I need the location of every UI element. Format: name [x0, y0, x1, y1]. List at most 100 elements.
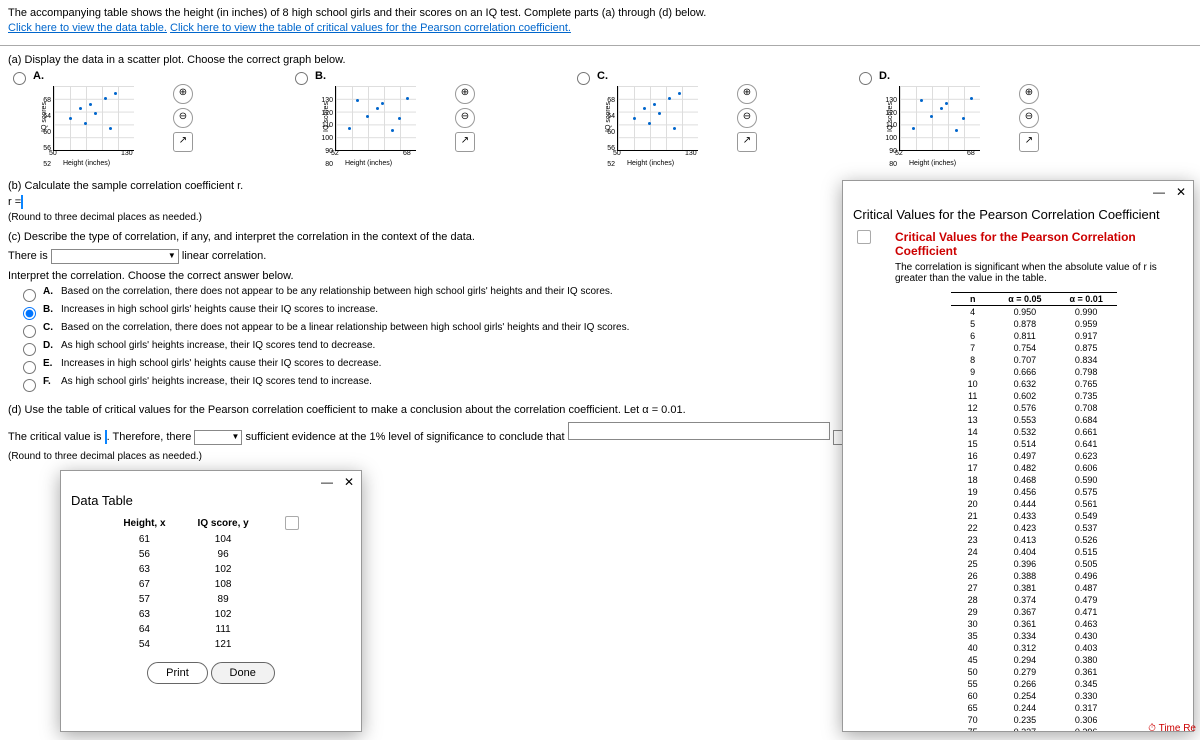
cv-cell: 0.623 [1056, 450, 1117, 462]
cv-cell: 0.361 [994, 618, 1055, 630]
cv-cell: 50 [951, 666, 994, 678]
correlation-type-select[interactable] [51, 249, 179, 264]
popout-icon[interactable]: ↗ [173, 132, 193, 152]
interp-opt-f-radio[interactable] [23, 379, 36, 392]
intro-text: The accompanying table shows the height … [8, 7, 706, 19]
cv-label-b: . Therefore, there [107, 431, 192, 443]
cv-copy-icon[interactable] [857, 230, 871, 244]
cv-cell: 0.404 [994, 546, 1055, 558]
option-c-radio[interactable] [577, 72, 590, 85]
interp-opt-c-radio[interactable] [23, 325, 36, 338]
zoom-out-icon[interactable]: ⊖ [455, 108, 475, 128]
cv-cell: 0.496 [1056, 570, 1117, 582]
link-data-table[interactable]: Click here to view the data table. [8, 22, 167, 34]
cv-cell: 0.707 [994, 354, 1055, 366]
cv-close-icon[interactable]: ✕ [1173, 185, 1189, 199]
dt-cell: 102 [182, 607, 265, 622]
cv-cell: 0.834 [1056, 354, 1117, 366]
cv-cell: 60 [951, 690, 994, 702]
dt-cell: 61 [107, 532, 181, 547]
close-icon[interactable]: ✕ [341, 475, 357, 489]
interp-opt-b-radio[interactable] [23, 307, 36, 320]
cv-h-05: α = 0.05 [994, 293, 1055, 306]
interp-opt-d-radio[interactable] [23, 343, 36, 356]
cv-cell: 0.306 [1056, 714, 1117, 726]
dt-cell: 108 [182, 577, 265, 592]
interp-opt-text: Based on the correlation, there does not… [61, 322, 629, 333]
cv-cell: 19 [951, 486, 994, 498]
popout-icon[interactable]: ↗ [737, 132, 757, 152]
cv-cell: 0.532 [994, 426, 1055, 438]
dt-cell: 64 [107, 622, 181, 637]
cv-cell: 0.266 [994, 678, 1055, 690]
zoom-out-icon[interactable]: ⊖ [737, 108, 757, 128]
interp-opt-text: As high school girls' heights increase, … [61, 340, 375, 351]
option-d-radio[interactable] [859, 72, 872, 85]
zoom-in-icon[interactable]: ⊕ [173, 84, 193, 104]
cv-cell: 0.606 [1056, 462, 1117, 474]
copy-icon[interactable] [285, 516, 299, 530]
cv-cell: 0.549 [1056, 510, 1117, 522]
conclusion-select[interactable] [568, 422, 830, 440]
cv-cell: 30 [951, 618, 994, 630]
cv-cell: 35 [951, 630, 994, 642]
cv-cell: 0.367 [994, 606, 1055, 618]
zoom-out-icon[interactable]: ⊖ [173, 108, 193, 128]
option-b-radio[interactable] [295, 72, 308, 85]
cv-cell: 0.950 [994, 306, 1055, 319]
zoom-out-icon[interactable]: ⊖ [1019, 108, 1039, 128]
dt-print-button[interactable]: Print [147, 662, 208, 684]
cv-cell: 0.312 [994, 642, 1055, 654]
cv-cell: 0.380 [1056, 654, 1117, 666]
r-input[interactable] [21, 195, 23, 209]
cv-cell: 75 [951, 726, 994, 732]
cv-minimize-icon[interactable]: — [1151, 185, 1167, 199]
cv-cell: 0.576 [994, 402, 1055, 414]
cv-cell: 0.878 [994, 318, 1055, 330]
cv-cell: 0.537 [1056, 522, 1117, 534]
zoom-in-icon[interactable]: ⊕ [737, 84, 757, 104]
cv-h-01: α = 0.01 [1056, 293, 1117, 306]
cv-cell: 0.505 [1056, 558, 1117, 570]
cv-cell: 0.526 [1056, 534, 1117, 546]
cv-cell: 55 [951, 678, 994, 690]
cv-note: The correlation is significant when the … [875, 258, 1193, 288]
cv-cell: 40 [951, 642, 994, 654]
cv-cell: 13 [951, 414, 994, 426]
is-isnot-select[interactable] [194, 430, 242, 445]
cv-cell: 0.254 [994, 690, 1055, 702]
interp-opt-e-radio[interactable] [23, 361, 36, 374]
zoom-in-icon[interactable]: ⊕ [455, 84, 475, 104]
dt-cell: 102 [182, 562, 265, 577]
cv-cell: 0.811 [994, 330, 1055, 342]
minimize-icon[interactable]: — [319, 475, 335, 489]
dt-cell: 89 [182, 592, 265, 607]
cv-cell: 0.765 [1056, 378, 1117, 390]
cv-h-n: n [951, 293, 994, 306]
cv-cell: 7 [951, 342, 994, 354]
dt-cell: 111 [182, 622, 265, 637]
cv-cell: 22 [951, 522, 994, 534]
interp-opt-a-radio[interactable] [23, 289, 36, 302]
cv-cell: 18 [951, 474, 994, 486]
zoom-in-icon[interactable]: ⊕ [1019, 84, 1039, 104]
cv-cell: 0.294 [994, 654, 1055, 666]
popout-icon[interactable]: ↗ [1019, 132, 1039, 152]
chart-1: 8090100110120130 52 68 IQ scores Height … [315, 82, 475, 172]
option-a-radio[interactable] [13, 72, 26, 85]
cv-cell: 0.235 [994, 714, 1055, 726]
r-equals: r = [8, 196, 21, 208]
cv-cell: 0.227 [994, 726, 1055, 732]
cv-cell: 0.990 [1056, 306, 1117, 319]
cv-cell: 0.561 [1056, 498, 1117, 510]
cv-cell: 16 [951, 450, 994, 462]
popout-icon[interactable]: ↗ [455, 132, 475, 152]
cv-cell: 0.279 [994, 666, 1055, 678]
dt-done-button[interactable]: Done [211, 662, 275, 684]
cv-cell: 0.413 [994, 534, 1055, 546]
cv-cell: 0.423 [994, 522, 1055, 534]
cv-cell: 0.468 [994, 474, 1055, 486]
link-critical-values[interactable]: Click here to view the table of critical… [170, 22, 571, 34]
cv-cell: 0.482 [994, 462, 1055, 474]
cv-cell: 0.471 [1056, 606, 1117, 618]
